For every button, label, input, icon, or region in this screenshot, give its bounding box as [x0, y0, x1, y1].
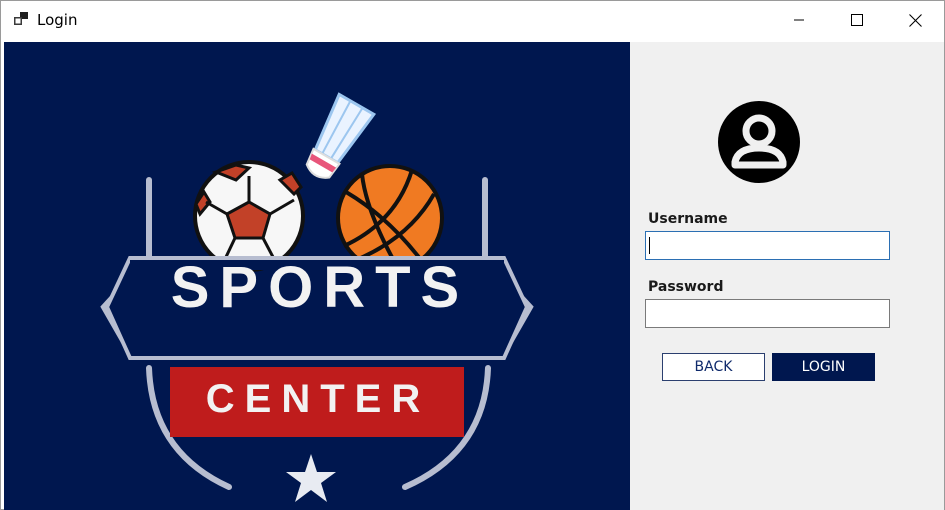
sports-center-logo-panel: SPORTS CENTER [4, 42, 630, 510]
logo-sports-text: SPORTS [171, 255, 470, 320]
maximize-button[interactable] [828, 1, 886, 39]
app-window-icon [14, 12, 28, 25]
user-avatar-icon [718, 101, 800, 183]
close-icon [908, 13, 922, 27]
back-button[interactable]: BACK [662, 353, 765, 381]
login-button[interactable]: LOGIN [772, 353, 875, 381]
text-caret [649, 237, 650, 254]
title-bar[interactable]: Login [1, 1, 944, 39]
username-label: Username [648, 211, 728, 227]
password-label: Password [648, 279, 724, 295]
minimize-button[interactable] [770, 1, 828, 39]
window-title: Login [37, 11, 78, 29]
soccer-ball-icon [193, 160, 305, 272]
login-form-panel: Username Password BACK LOGIN [630, 42, 944, 510]
login-window: Login SPORTS CENTER Username Password BA… [0, 0, 945, 510]
password-field[interactable] [645, 299, 890, 328]
minimize-icon [794, 19, 804, 21]
close-button[interactable] [886, 1, 944, 39]
star-icon [286, 454, 336, 502]
maximize-icon [851, 14, 863, 26]
username-field[interactable] [645, 231, 890, 260]
logo-center-text: CENTER [206, 377, 430, 421]
sports-center-logo: SPORTS CENTER [100, 92, 534, 502]
